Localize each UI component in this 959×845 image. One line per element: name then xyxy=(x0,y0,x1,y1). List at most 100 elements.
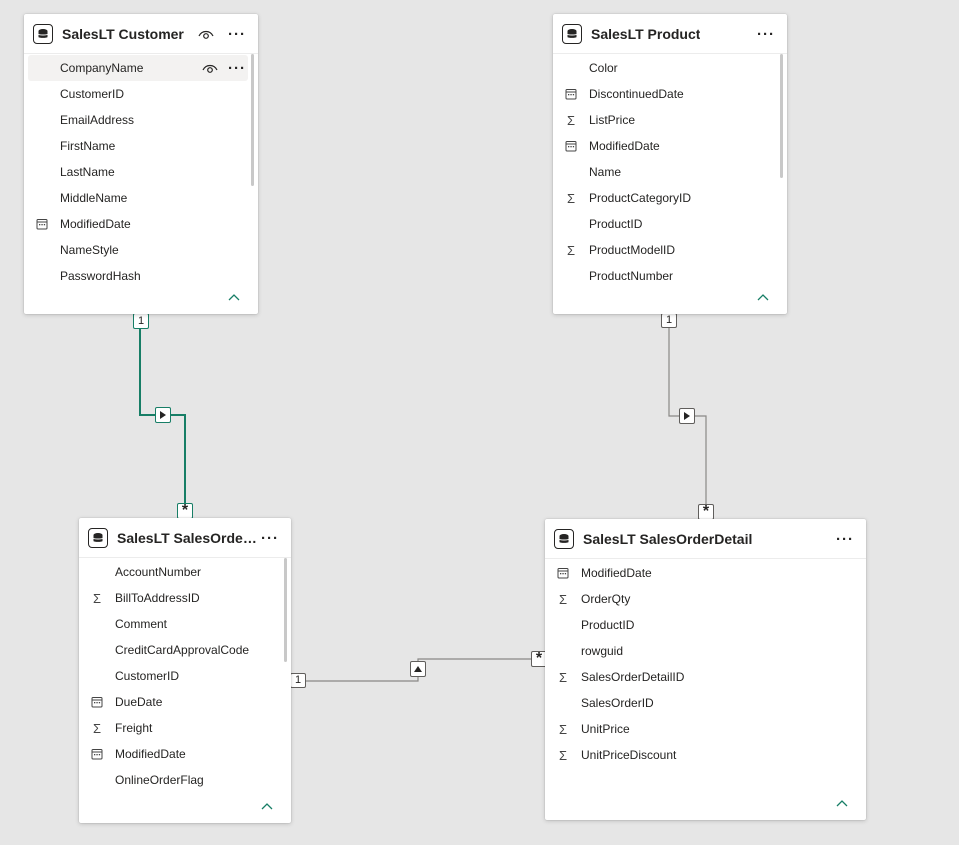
table-header[interactable]: SalesLT SalesOrderDetail ··· xyxy=(545,519,866,559)
table-title: SalesLT SalesOrderDetail xyxy=(583,530,753,547)
more-options-icon[interactable]: ··· xyxy=(836,532,854,547)
field-name: Comment xyxy=(115,617,168,631)
field-row[interactable]: Σ ProductCategoryID xyxy=(557,185,777,211)
scrollbar[interactable] xyxy=(284,558,287,662)
collapse-chevron-icon[interactable] xyxy=(227,292,241,302)
field-row[interactable]: DueDate xyxy=(83,689,281,715)
field-name: MiddleName xyxy=(60,191,128,205)
field-row[interactable]: Color xyxy=(557,55,777,81)
cardinality-many-badge[interactable]: * xyxy=(698,504,714,520)
more-options-icon[interactable]: ··· xyxy=(228,61,246,76)
table-card-customer[interactable]: SalesLT Customer ··· CompanyName ··· Cus… xyxy=(24,14,258,314)
field-name: AccountNumber xyxy=(115,565,202,579)
field-name: Freight xyxy=(115,721,153,735)
field-row[interactable]: Σ ProductModelID xyxy=(557,237,777,263)
field-row[interactable]: MiddleName xyxy=(28,185,248,211)
table-card-product[interactable]: SalesLT Product ··· Color DiscontinuedDa… xyxy=(553,14,787,314)
field-row[interactable]: NameStyle xyxy=(28,237,248,263)
field-row[interactable]: CustomerID xyxy=(28,81,248,107)
field-row[interactable]: FirstName xyxy=(28,133,248,159)
model-canvas[interactable]: 1 * 1 * 1 * SalesLT Customer ··· Company… xyxy=(0,0,959,845)
collapse-chevron-icon[interactable] xyxy=(756,292,770,302)
table-header[interactable]: SalesLT Customer ··· xyxy=(24,14,258,54)
field-row[interactable]: CustomerID xyxy=(83,663,281,689)
table-card-sales-order-header[interactable]: SalesLT SalesOrderH... ··· AccountNumber… xyxy=(79,518,291,823)
scrollbar[interactable] xyxy=(251,54,254,186)
field-row[interactable]: Σ UnitPrice xyxy=(549,716,856,742)
cardinality-one-badge[interactable]: 1 xyxy=(290,673,306,688)
field-list: ModifiedDate Σ OrderQty ProductID rowgui… xyxy=(545,559,866,768)
field-name: UnitPrice xyxy=(581,722,630,736)
sigma-icon: Σ xyxy=(566,242,576,258)
field-row[interactable]: CompanyName ··· xyxy=(28,55,248,81)
cross-filter-direction-icon[interactable] xyxy=(679,408,695,424)
more-options-icon[interactable]: ··· xyxy=(228,27,246,42)
table-header[interactable]: SalesLT Product ··· xyxy=(553,14,787,54)
field-name: EmailAddress xyxy=(60,113,135,127)
field-list: AccountNumber Σ BillToAddressID Comment … xyxy=(79,558,291,793)
field-row[interactable]: EmailAddress xyxy=(28,107,248,133)
field-name: DiscontinuedDate xyxy=(589,87,684,101)
field-row[interactable]: ModifiedDate xyxy=(28,211,248,237)
cardinality-one-badge[interactable]: 1 xyxy=(661,313,677,328)
field-name: PasswordHash xyxy=(60,269,141,283)
field-row[interactable]: Σ SalesOrderDetailID xyxy=(549,664,856,690)
more-options-icon[interactable]: ··· xyxy=(261,531,279,546)
field-row[interactable]: Σ BillToAddressID xyxy=(83,585,281,611)
field-name: DueDate xyxy=(115,695,163,709)
calendar-icon xyxy=(565,140,577,152)
table-title: SalesLT SalesOrderH... xyxy=(117,529,262,546)
field-row[interactable]: ProductNumber xyxy=(557,263,777,289)
field-name: ProductID xyxy=(589,217,643,231)
field-row[interactable]: Σ Freight xyxy=(83,715,281,741)
field-name: FirstName xyxy=(60,139,116,153)
collapse-chevron-icon[interactable] xyxy=(260,801,274,811)
table-database-icon xyxy=(562,23,582,44)
field-row[interactable]: ModifiedDate xyxy=(557,133,777,159)
field-name: ListPrice xyxy=(589,113,636,127)
field-name: LastName xyxy=(60,165,115,179)
field-name: ProductID xyxy=(581,618,635,632)
field-row[interactable]: Name xyxy=(557,159,777,185)
field-name: ProductNumber xyxy=(589,269,674,283)
field-name: SalesOrderDetailID xyxy=(581,670,685,684)
eye-icon[interactable] xyxy=(202,62,218,74)
field-name: ProductCategoryID xyxy=(589,191,692,205)
field-name: CompanyName xyxy=(60,61,144,75)
cardinality-one-badge[interactable]: 1 xyxy=(133,313,149,329)
calendar-icon xyxy=(565,88,577,100)
field-row[interactable]: ProductID xyxy=(557,211,777,237)
field-row[interactable]: LastName xyxy=(28,159,248,185)
cross-filter-direction-icon[interactable] xyxy=(410,661,426,677)
table-database-icon xyxy=(88,527,108,548)
field-row[interactable]: PasswordHash xyxy=(28,263,248,289)
field-row[interactable]: Σ ListPrice xyxy=(557,107,777,133)
field-row[interactable]: DiscontinuedDate xyxy=(557,81,777,107)
eye-icon[interactable] xyxy=(198,28,214,40)
field-row[interactable]: ModifiedDate xyxy=(549,560,856,586)
field-row[interactable]: ProductID xyxy=(549,612,856,638)
cardinality-many-badge[interactable]: * xyxy=(177,503,193,519)
field-row[interactable]: SalesOrderID xyxy=(549,690,856,716)
field-row[interactable]: Σ OrderQty xyxy=(549,586,856,612)
calendar-icon xyxy=(91,696,103,708)
collapse-chevron-icon[interactable] xyxy=(835,798,849,808)
field-name: UnitPriceDiscount xyxy=(581,748,677,762)
table-card-sales-order-detail[interactable]: SalesLT SalesOrderDetail ··· ModifiedDat… xyxy=(545,519,866,820)
field-row[interactable]: OnlineOrderFlag xyxy=(83,767,281,793)
field-name: CreditCardApprovalCode xyxy=(115,643,250,657)
field-row[interactable]: Comment xyxy=(83,611,281,637)
table-database-icon xyxy=(554,528,574,549)
field-row[interactable]: Σ UnitPriceDiscount xyxy=(549,742,856,768)
more-options-icon[interactable]: ··· xyxy=(757,27,775,42)
field-name: ProductModelID xyxy=(589,243,676,257)
cross-filter-direction-icon[interactable] xyxy=(155,407,171,423)
table-header[interactable]: SalesLT SalesOrderH... ··· xyxy=(79,518,291,558)
field-row[interactable]: CreditCardApprovalCode xyxy=(83,637,281,663)
field-row[interactable]: ModifiedDate xyxy=(83,741,281,767)
field-row[interactable]: rowguid xyxy=(549,638,856,664)
scrollbar[interactable] xyxy=(780,54,783,178)
field-row[interactable]: AccountNumber xyxy=(83,559,281,585)
field-list: CompanyName ··· CustomerID EmailAddress … xyxy=(24,54,258,289)
table-title: SalesLT Customer xyxy=(62,25,184,42)
